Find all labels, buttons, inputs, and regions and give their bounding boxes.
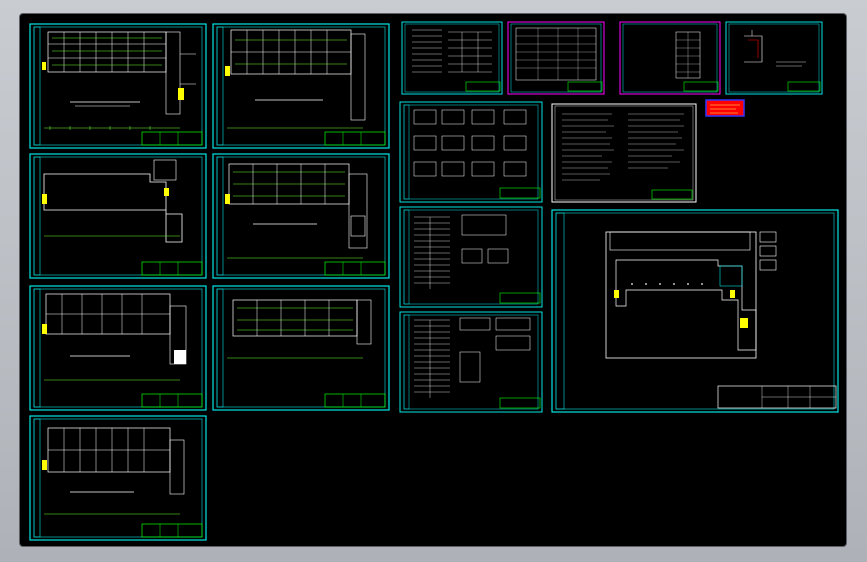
sheet-schedule-3[interactable] bbox=[619, 21, 721, 95]
sheet-system-diagram-1[interactable] bbox=[399, 101, 543, 203]
sheet-floor-plan-7[interactable] bbox=[29, 415, 207, 541]
sheet-floor-plan-2[interactable] bbox=[212, 23, 390, 149]
sheet-schedule-1[interactable] bbox=[401, 21, 503, 95]
sheet-schedule-2[interactable] bbox=[507, 21, 605, 95]
sheet-detail[interactable] bbox=[725, 21, 823, 95]
red-annotation-stamp[interactable] bbox=[705, 99, 745, 117]
sheet-system-diagram-3[interactable] bbox=[399, 311, 543, 413]
sheet-floor-plan-6[interactable] bbox=[212, 285, 390, 411]
sheet-floor-plan-3[interactable] bbox=[29, 153, 207, 279]
sheet-notes[interactable] bbox=[551, 103, 697, 203]
sheet-floor-plan-5[interactable] bbox=[29, 285, 207, 411]
sheet-floor-plan-1[interactable] bbox=[29, 23, 207, 149]
cad-model-space[interactable] bbox=[20, 14, 846, 546]
sheet-system-diagram-2[interactable] bbox=[399, 206, 543, 308]
sheet-site-plan[interactable] bbox=[551, 209, 839, 413]
sheet-floor-plan-4[interactable] bbox=[212, 153, 390, 279]
cad-drawing-area[interactable] bbox=[20, 14, 846, 546]
